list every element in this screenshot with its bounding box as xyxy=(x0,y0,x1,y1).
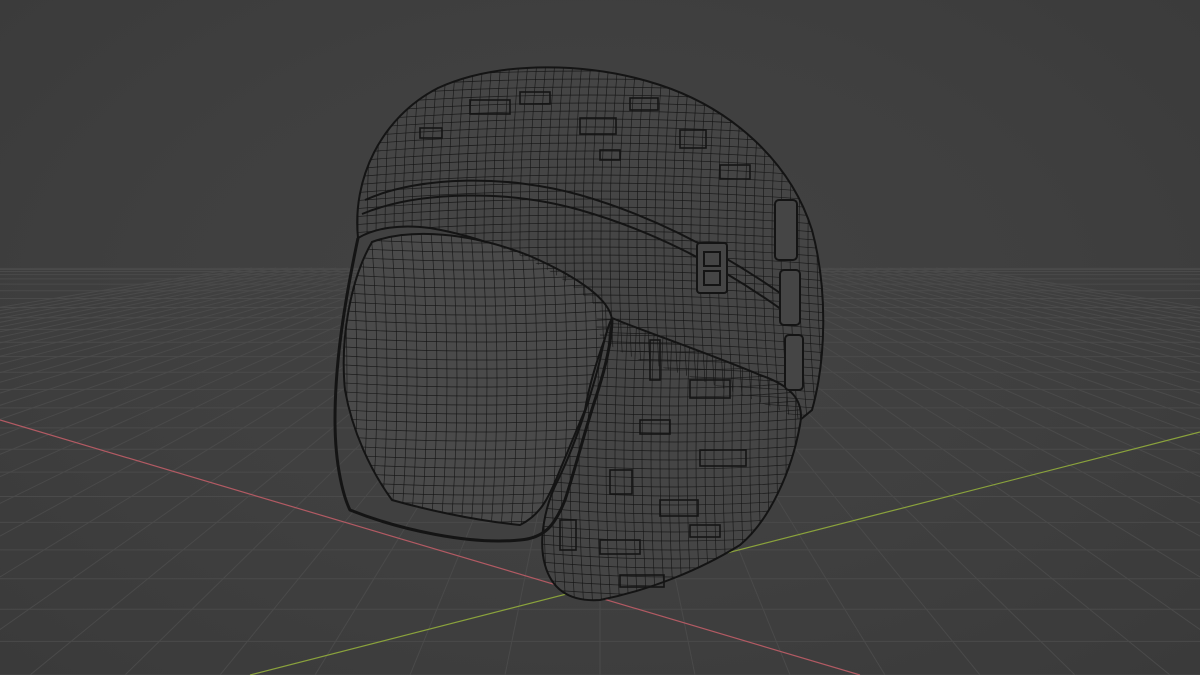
viewport-scene[interactable] xyxy=(0,0,1200,675)
helmet-mesh[interactable] xyxy=(330,39,840,613)
3d-viewport[interactable] xyxy=(0,0,1200,675)
helmet-side-emblem[interactable] xyxy=(696,242,728,294)
